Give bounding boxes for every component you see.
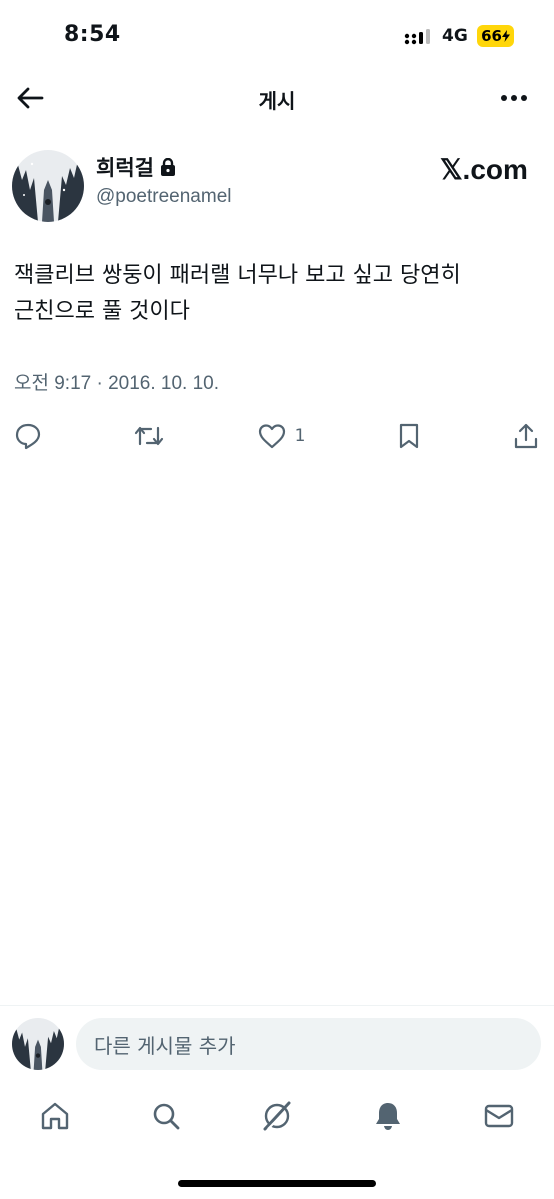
signal-icon <box>404 29 434 45</box>
battery-indicator: 66 <box>477 25 514 47</box>
reply-button[interactable] <box>14 422 42 450</box>
bell-icon <box>375 1103 400 1130</box>
avatar-image <box>12 150 84 222</box>
author-handle[interactable]: @poetreenamel <box>96 186 231 208</box>
mail-icon <box>484 1104 513 1128</box>
bookmark-icon <box>399 423 418 449</box>
divider <box>0 1005 554 1006</box>
post-text: 잭클리브 쌍둥이 패러랠 너무나 보고 싶고 당연히 근친으로 풀 것이다 <box>14 263 461 324</box>
reply-avatar[interactable] <box>12 1018 64 1070</box>
tab-bar <box>0 1088 554 1144</box>
tab-search[interactable] <box>138 1088 194 1144</box>
home-icon <box>42 1102 69 1130</box>
network-label: 4G <box>442 26 468 46</box>
reply-input[interactable]: 다른 게시물 추가 <box>76 1018 541 1070</box>
author-name[interactable]: 희럭걸 <box>96 152 176 182</box>
charging-icon <box>501 30 510 42</box>
tab-home[interactable] <box>27 1088 83 1144</box>
page-title: 게시 <box>258 89 296 113</box>
retweet-icon <box>135 426 164 446</box>
tab-grok[interactable] <box>249 1088 305 1144</box>
like-count: 1 <box>294 426 306 446</box>
retweet-button[interactable] <box>133 422 165 450</box>
author-name-text: 희럭걸 <box>96 156 154 180</box>
tab-notifications[interactable] <box>360 1088 416 1144</box>
home-indicator <box>178 1180 376 1187</box>
more-icon <box>501 95 527 101</box>
post-timestamp[interactable]: 오전 9:17 · 2016. 10. 10. <box>14 368 219 395</box>
avatar-image <box>12 1018 64 1070</box>
status-time: 8:54 <box>64 22 121 47</box>
more-button[interactable] <box>496 82 532 114</box>
reply-placeholder: 다른 게시물 추가 <box>94 1033 236 1058</box>
battery-level: 66 <box>481 27 502 45</box>
avatar[interactable] <box>12 150 84 222</box>
share-button[interactable] <box>512 422 540 450</box>
like-button[interactable]: 1 <box>257 422 306 450</box>
bookmark-button[interactable] <box>397 422 421 450</box>
action-bar: 1 <box>14 418 540 454</box>
lock-icon <box>160 158 175 176</box>
share-icon <box>514 423 538 449</box>
heart-icon <box>258 424 285 449</box>
search-icon <box>153 1103 180 1130</box>
grok-icon <box>263 1101 291 1131</box>
reply-icon <box>15 423 41 450</box>
brand-logo: 𝕏.com <box>440 154 528 185</box>
tab-messages[interactable] <box>471 1088 527 1144</box>
